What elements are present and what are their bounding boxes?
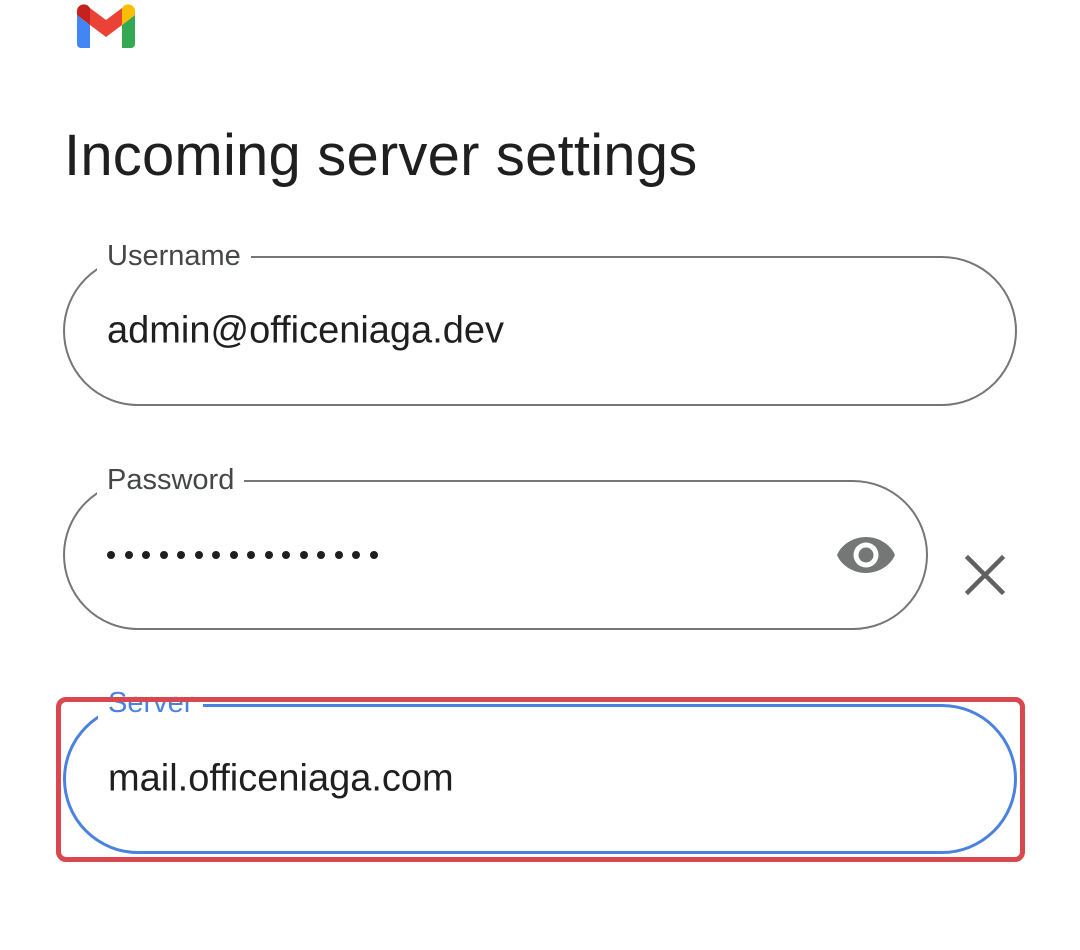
password-label: Password [97,462,245,498]
username-field[interactable]: Username admin@officeniaga.dev [63,238,1017,406]
password-dot [159,551,168,559]
username-value[interactable]: admin@officeniaga.dev [107,310,504,353]
password-dot [247,551,255,559]
password-dot [317,551,325,559]
password-dot [177,551,185,559]
password-dot [107,551,115,559]
eye-icon[interactable] [836,533,896,577]
server-value[interactable]: mail.officeniaga.com [108,758,454,801]
close-icon[interactable] [962,552,1008,598]
incoming-server-settings-screen: Incoming server settings Username admin@… [0,0,1080,950]
password-dot [142,551,150,559]
password-dot [194,551,203,559]
password-dot [124,551,133,559]
password-dot [352,551,360,559]
page-title: Incoming server settings [64,123,698,188]
password-dot [299,551,308,559]
password-field[interactable]: Password [63,462,928,630]
password-dot [229,551,238,559]
gmail-logo-icon [77,4,135,48]
server-label: Server [98,685,204,721]
server-field[interactable]: Server mail.officeniaga.com [63,685,1017,854]
password-dot [212,551,220,559]
username-label: Username [97,238,251,274]
password-masked-value[interactable] [107,551,387,559]
password-dot [334,551,343,559]
password-dot [282,551,290,559]
password-dot [264,551,273,559]
password-dot [369,551,378,559]
